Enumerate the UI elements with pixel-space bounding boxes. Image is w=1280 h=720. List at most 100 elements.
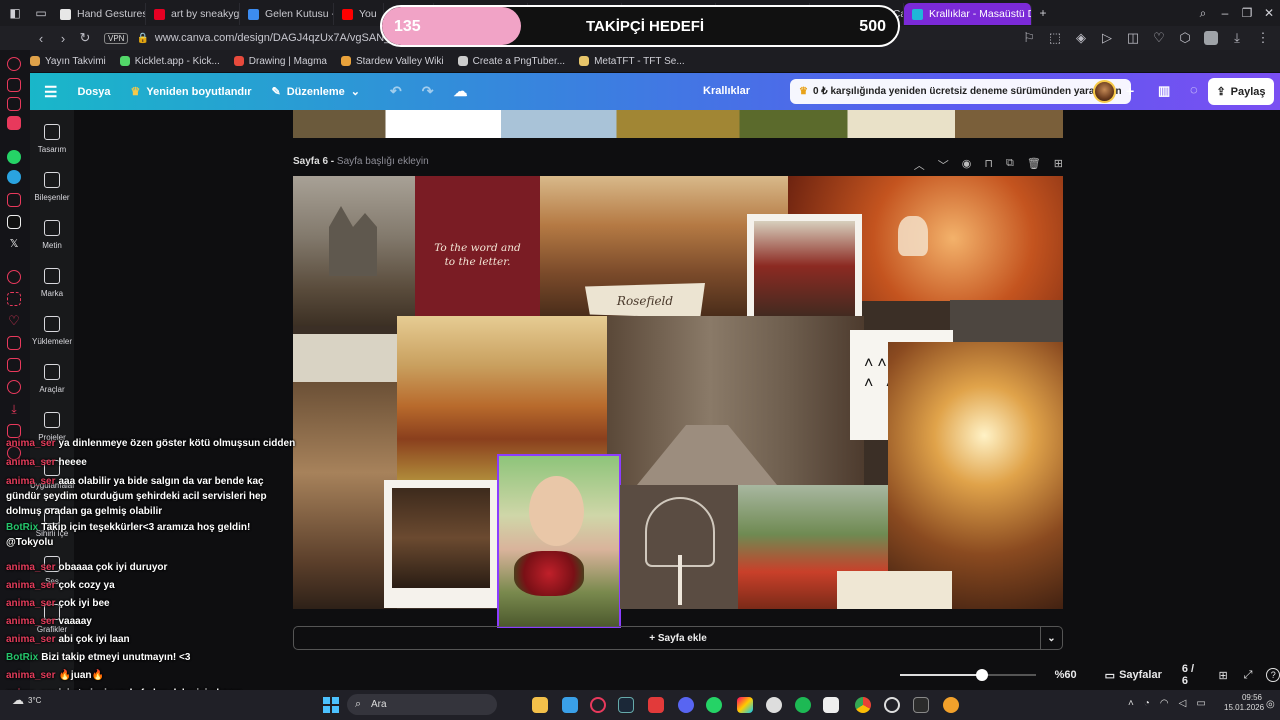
bookmark-icon[interactable]: ⚐ [1018,27,1040,49]
bookmark-item[interactable]: Drawing | Magma [233,56,327,67]
fullscreen-icon[interactable]: ⤢ [1244,669,1253,682]
ornament-strip[interactable] [837,571,952,609]
start-button[interactable] [323,697,339,713]
bookmark-item[interactable]: Kicklet.app - Kick... [119,56,220,67]
history-icon[interactable] [7,270,21,284]
back-button[interactable]: ‹ [30,27,52,49]
reload-button[interactable]: ↻ [74,27,96,49]
whatsapp-taskbar-icon[interactable] [706,697,722,713]
spotify-icon[interactable] [795,697,811,713]
clock[interactable]: 09:56 15.01.2026 [1224,693,1264,713]
dragon-ornament-left[interactable] [293,334,397,382]
side-panel-item[interactable]: Yüklemeler [30,316,74,346]
file-explorer-icon[interactable] [532,697,548,713]
notification-icon[interactable]: ◎ [1266,699,1275,710]
cozy-room-photo[interactable] [384,480,498,608]
favorites-icon[interactable]: ♡ [7,314,21,328]
calendar-taskbar-icon[interactable] [823,697,839,713]
bookmark-item[interactable]: Yayın Takvimi [30,56,106,67]
cathedral-procession-image[interactable] [888,342,1063,609]
close-window-button[interactable]: ✕ [1258,2,1280,24]
zoom-slider[interactable] [900,669,1036,681]
delete-page-icon[interactable]: 🗑 [1027,157,1041,173]
bookmark-item[interactable]: MetaTFT - TFT Se... [579,56,685,67]
design-title[interactable]: Krallıklar [693,85,760,97]
cloud-save-icon[interactable]: ☁ [443,83,477,100]
tree-illustration[interactable] [620,485,738,609]
free-trial-banner[interactable]: ♛ 0 ₺ karşılığında yeniden ücretsiz denem… [790,79,1131,104]
terminal-icon[interactable] [913,697,929,713]
editing-mode-button[interactable]: ✎ Düzenleme ⌄ [261,85,370,99]
zoom-value[interactable]: %60 [1055,669,1077,681]
game-icon[interactable] [943,697,959,713]
add-page-icon[interactable]: ⊞ [1054,157,1063,173]
insights-icon[interactable]: ▥ [1148,83,1180,99]
comments-icon[interactable]: ◌ [1180,82,1208,97]
extensions-icon[interactable]: ⬡ [1174,27,1196,49]
taskbar-search[interactable]: ⌕ Ara [347,694,497,715]
search-tabs-icon[interactable]: ⌕ [1192,2,1214,24]
hide-page-icon[interactable]: ◉ [962,157,972,173]
weather-widget[interactable]: ☁ 3°C [12,693,41,707]
system-tray[interactable]: ˄ ◔ ◠ ◁ ▭ [1128,698,1206,709]
lovers-painting-image[interactable] [293,382,397,609]
tiktok-icon[interactable] [7,215,21,229]
heart-icon[interactable]: ♡ [1148,27,1170,49]
network-icon[interactable]: ◔ [1144,698,1150,709]
help-icon[interactable]: ? [1266,668,1280,682]
browser-tab[interactable]: Gelen Kutusu - Es [240,3,334,25]
browser-tab[interactable]: art by sneakygnid [146,3,240,25]
grid-view-icon[interactable]: ⊞ [1218,669,1227,682]
store-icon[interactable] [562,697,578,713]
github-icon[interactable] [766,697,782,713]
minimize-button[interactable]: – [1214,2,1236,24]
browser-tab[interactable]: Hand Gestures an [52,3,146,25]
hamburger-menu-icon[interactable]: ☰ [30,83,67,101]
quote-card[interactable]: To the word and to the letter. [415,176,540,334]
side-panel-item[interactable]: Araçlar [30,364,74,394]
volume-icon[interactable]: ◁ [1179,698,1187,709]
page-title-input[interactable]: Sayfa başlığı ekleyin [337,156,429,167]
move-up-icon[interactable]: ︿ [914,157,925,173]
camera-icon[interactable]: ◫ [1122,27,1144,49]
screenshot-icon[interactable]: ⬚ [1044,27,1066,49]
chevron-down-icon[interactable]: ⌄ [1040,627,1062,649]
zoom-slider-knob[interactable] [975,669,988,681]
mail-icon[interactable] [7,116,21,130]
paint-icon[interactable] [737,697,753,713]
chrome-icon[interactable] [855,697,871,713]
redo-button[interactable]: ↷ [412,83,444,100]
shield-icon[interactable]: ◈ [1070,27,1092,49]
downloads-icon[interactable]: ⤓ [7,402,21,416]
girl-with-roses-image[interactable] [497,454,621,628]
add-collaborator-button[interactable]: + [1116,83,1144,99]
vpn-badge[interactable]: VPN [104,32,129,44]
clock-icon[interactable] [7,380,21,394]
pages-view-button[interactable]: ▭ Sayfalar [1105,669,1162,682]
profile-icon[interactable] [1200,27,1222,49]
side-panel-item[interactable]: Marka [30,268,74,298]
previous-page-strip[interactable] [293,110,1063,138]
castle-image[interactable] [293,176,415,326]
opera-gx-icon[interactable] [590,697,606,713]
x-icon[interactable]: 𝕏 [7,237,21,251]
app-icon[interactable] [648,697,664,713]
menu-icon[interactable]: ⋮ [1252,27,1274,49]
instagram-icon[interactable] [7,193,21,207]
play-icon[interactable]: ▷ [1096,27,1118,49]
maximize-button[interactable]: ❐ [1236,2,1258,24]
avatar[interactable] [1093,80,1116,103]
lock-page-icon[interactable]: ⊓ [984,157,993,173]
browser-tab[interactable]: Krallıklar - Masaüstü Duvar [904,3,1032,25]
side-panel-item[interactable]: Tasarım [30,124,74,154]
forward-button[interactable]: › [52,27,74,49]
apps-icon[interactable] [7,292,21,306]
cobblestone-street-image[interactable] [607,316,864,485]
battery-icon[interactable]: ▭ [1196,698,1205,709]
browser-tab[interactable]: You [334,3,384,25]
rosefield-banner[interactable]: Rosefield [585,283,705,318]
dragon-ornament-right[interactable] [950,300,1063,342]
file-menu-button[interactable]: Dosya [67,86,120,98]
side-panel-item[interactable]: Bileşenler [30,172,74,202]
bookmark-item[interactable]: Create a PngTuber... [457,56,565,67]
